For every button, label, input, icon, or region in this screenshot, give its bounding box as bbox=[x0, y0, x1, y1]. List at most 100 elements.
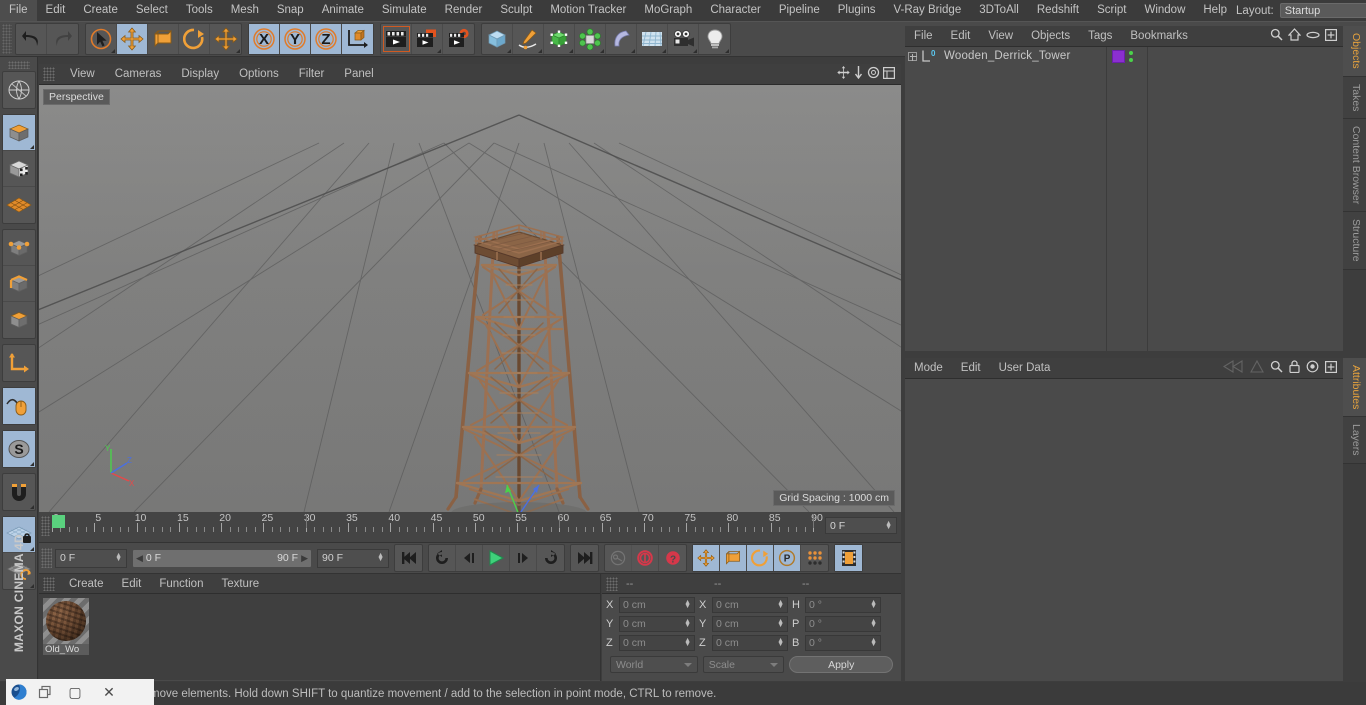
scale-key-button[interactable] bbox=[720, 545, 747, 571]
timeline-ruler[interactable]: 051015202530354045505560657075808590 0 F… bbox=[39, 512, 901, 543]
range-left-arrow-icon[interactable]: ◀ bbox=[136, 553, 143, 564]
coord-input-pos-z[interactable]: 0 cm ▲ ▼ bbox=[619, 635, 695, 651]
record-active-objects-button[interactable] bbox=[632, 545, 659, 571]
coordinates-grip[interactable] bbox=[606, 576, 618, 591]
tab-layers[interactable]: Layers bbox=[1343, 417, 1366, 464]
attr-menu-mode[interactable]: Mode bbox=[905, 358, 952, 379]
menu-item-vray-bridge[interactable]: V-Ray Bridge bbox=[884, 0, 970, 21]
om-menu-view[interactable]: View bbox=[979, 26, 1022, 47]
menu-item-mesh[interactable]: Mesh bbox=[222, 0, 268, 21]
texture-mode-button[interactable] bbox=[3, 187, 35, 223]
viewport-menu-options[interactable]: Options bbox=[229, 64, 289, 85]
maximize-viewport-icon[interactable] bbox=[883, 66, 896, 82]
frame-start-field[interactable]: 0 F ▲ ▼ bbox=[55, 548, 127, 568]
move-alt-tool-button[interactable] bbox=[210, 24, 241, 54]
coord-input-size-y[interactable]: 0 cm ▲ ▼ bbox=[712, 616, 788, 632]
menu-item-snap[interactable]: Snap bbox=[268, 0, 313, 21]
coord-input-pos-y[interactable]: 0 cm ▲ ▼ bbox=[619, 616, 695, 632]
lock-x-axis-button[interactable]: X bbox=[249, 24, 280, 54]
step-back-button[interactable] bbox=[456, 545, 483, 571]
menu-item-tools[interactable]: Tools bbox=[177, 0, 222, 21]
coord-input-rot-b[interactable]: 0 ° ▲ ▼ bbox=[805, 635, 881, 651]
scale-tool-button[interactable] bbox=[148, 24, 179, 54]
om-menu-bookmarks[interactable]: Bookmarks bbox=[1121, 26, 1197, 47]
undo-view-button[interactable] bbox=[3, 72, 35, 108]
coord-input-pos-x[interactable]: 0 cm ▲ ▼ bbox=[619, 597, 695, 613]
restore-window-icon[interactable] bbox=[32, 679, 58, 705]
editor-visibility-dot[interactable] bbox=[1129, 50, 1133, 55]
tab-content-browser[interactable]: Content Browser bbox=[1343, 119, 1366, 213]
live-selection-button[interactable] bbox=[86, 24, 117, 54]
viewport-menu-panel[interactable]: Panel bbox=[334, 64, 383, 85]
stepper-icon[interactable]: ▲ ▼ bbox=[115, 552, 122, 563]
frame-end-field[interactable]: 90 F ▲ ▼ bbox=[317, 548, 389, 568]
menu-item-redshift[interactable]: Redshift bbox=[1028, 0, 1088, 21]
render-settings-button[interactable] bbox=[443, 24, 474, 54]
position-key-button[interactable] bbox=[693, 545, 720, 571]
lock-icon[interactable] bbox=[1289, 360, 1300, 376]
material-list[interactable]: Old_Wo bbox=[39, 594, 600, 680]
stepper-icon[interactable]: ▲ ▼ bbox=[377, 552, 384, 563]
tab-takes[interactable]: Takes bbox=[1343, 76, 1366, 120]
menu-item-render[interactable]: Render bbox=[436, 0, 492, 21]
preview-range-slider[interactable]: ◀ 0 F 90 F ▶ bbox=[132, 548, 312, 568]
stepper-icon[interactable]: ▲ ▼ bbox=[885, 520, 892, 531]
render-visibility-dot[interactable] bbox=[1129, 57, 1133, 62]
history-back-icon[interactable] bbox=[1222, 360, 1244, 376]
world-object-coords-button[interactable] bbox=[342, 24, 373, 54]
material-menu-edit[interactable]: Edit bbox=[113, 574, 151, 594]
rotate-tool-button[interactable] bbox=[179, 24, 210, 54]
lock-y-axis-button[interactable]: Y bbox=[280, 24, 311, 54]
viewport-menu-view[interactable]: View bbox=[60, 64, 105, 85]
transport-grip[interactable] bbox=[41, 548, 52, 568]
om-menu-edit[interactable]: Edit bbox=[942, 26, 980, 47]
points-mode-button[interactable] bbox=[2, 230, 35, 266]
material-menu-create[interactable]: Create bbox=[60, 574, 113, 594]
tab-objects[interactable]: Objects bbox=[1343, 26, 1366, 77]
add-spline-button[interactable] bbox=[513, 24, 544, 54]
menu-item-file[interactable]: File bbox=[0, 0, 37, 21]
toggle-timeline-button[interactable] bbox=[835, 545, 862, 571]
keyframe-selection-button[interactable]: ? bbox=[659, 545, 686, 571]
pla-key-button[interactable]: P bbox=[774, 545, 801, 571]
object-row[interactable]: 0 Wooden_Derrick_Tower bbox=[905, 47, 1106, 65]
ellipse-icon[interactable] bbox=[1306, 30, 1320, 43]
menu-item-sculpt[interactable]: Sculpt bbox=[491, 0, 541, 21]
material-menu-texture[interactable]: Texture bbox=[212, 574, 268, 594]
play-button[interactable] bbox=[483, 545, 510, 571]
viewport-solo-button[interactable]: S bbox=[2, 431, 35, 467]
model-mode-button[interactable] bbox=[2, 151, 35, 187]
rotation-key-button[interactable] bbox=[747, 545, 774, 571]
expand-icon[interactable] bbox=[1325, 360, 1338, 376]
menu-item-create[interactable]: Create bbox=[74, 0, 127, 21]
menu-item-character[interactable]: Character bbox=[701, 0, 770, 21]
enable-snapping-button[interactable] bbox=[2, 388, 35, 424]
close-window-button[interactable]: ✕ bbox=[92, 679, 126, 705]
tab-attributes[interactable]: Attributes bbox=[1343, 358, 1366, 418]
om-menu-tags[interactable]: Tags bbox=[1079, 26, 1121, 47]
viewport-grip[interactable] bbox=[43, 67, 55, 81]
menu-item-plugins[interactable]: Plugins bbox=[829, 0, 885, 21]
make-editable-button[interactable] bbox=[2, 115, 35, 151]
search-icon[interactable] bbox=[1270, 360, 1283, 376]
render-view-button[interactable] bbox=[381, 24, 412, 54]
add-light-button[interactable] bbox=[699, 24, 730, 54]
magnet-tool-button[interactable] bbox=[3, 474, 35, 510]
material-item[interactable]: Old_Wo bbox=[43, 598, 89, 655]
undo-button[interactable] bbox=[16, 24, 47, 54]
axis-modify-button[interactable] bbox=[3, 345, 35, 381]
history-forward-icon[interactable] bbox=[1250, 359, 1264, 376]
coordinate-system-dropdown[interactable]: World bbox=[610, 656, 698, 673]
visibility-dots-icon[interactable] bbox=[1129, 50, 1133, 62]
timeline-grip[interactable] bbox=[41, 516, 50, 536]
menu-item-mograph[interactable]: MoGraph bbox=[635, 0, 701, 21]
menu-item-animate[interactable]: Animate bbox=[313, 0, 373, 21]
expand-icon[interactable] bbox=[1325, 28, 1338, 44]
timeline-track[interactable]: 051015202530354045505560657075808590 bbox=[52, 512, 823, 543]
viewport-menu-display[interactable]: Display bbox=[171, 64, 229, 85]
move-tool-button[interactable] bbox=[117, 24, 148, 54]
menu-item-pipeline[interactable]: Pipeline bbox=[770, 0, 829, 21]
pan-icon[interactable] bbox=[837, 66, 850, 82]
rotate-view-icon[interactable] bbox=[867, 66, 880, 82]
attr-menu-edit[interactable]: Edit bbox=[952, 358, 990, 379]
